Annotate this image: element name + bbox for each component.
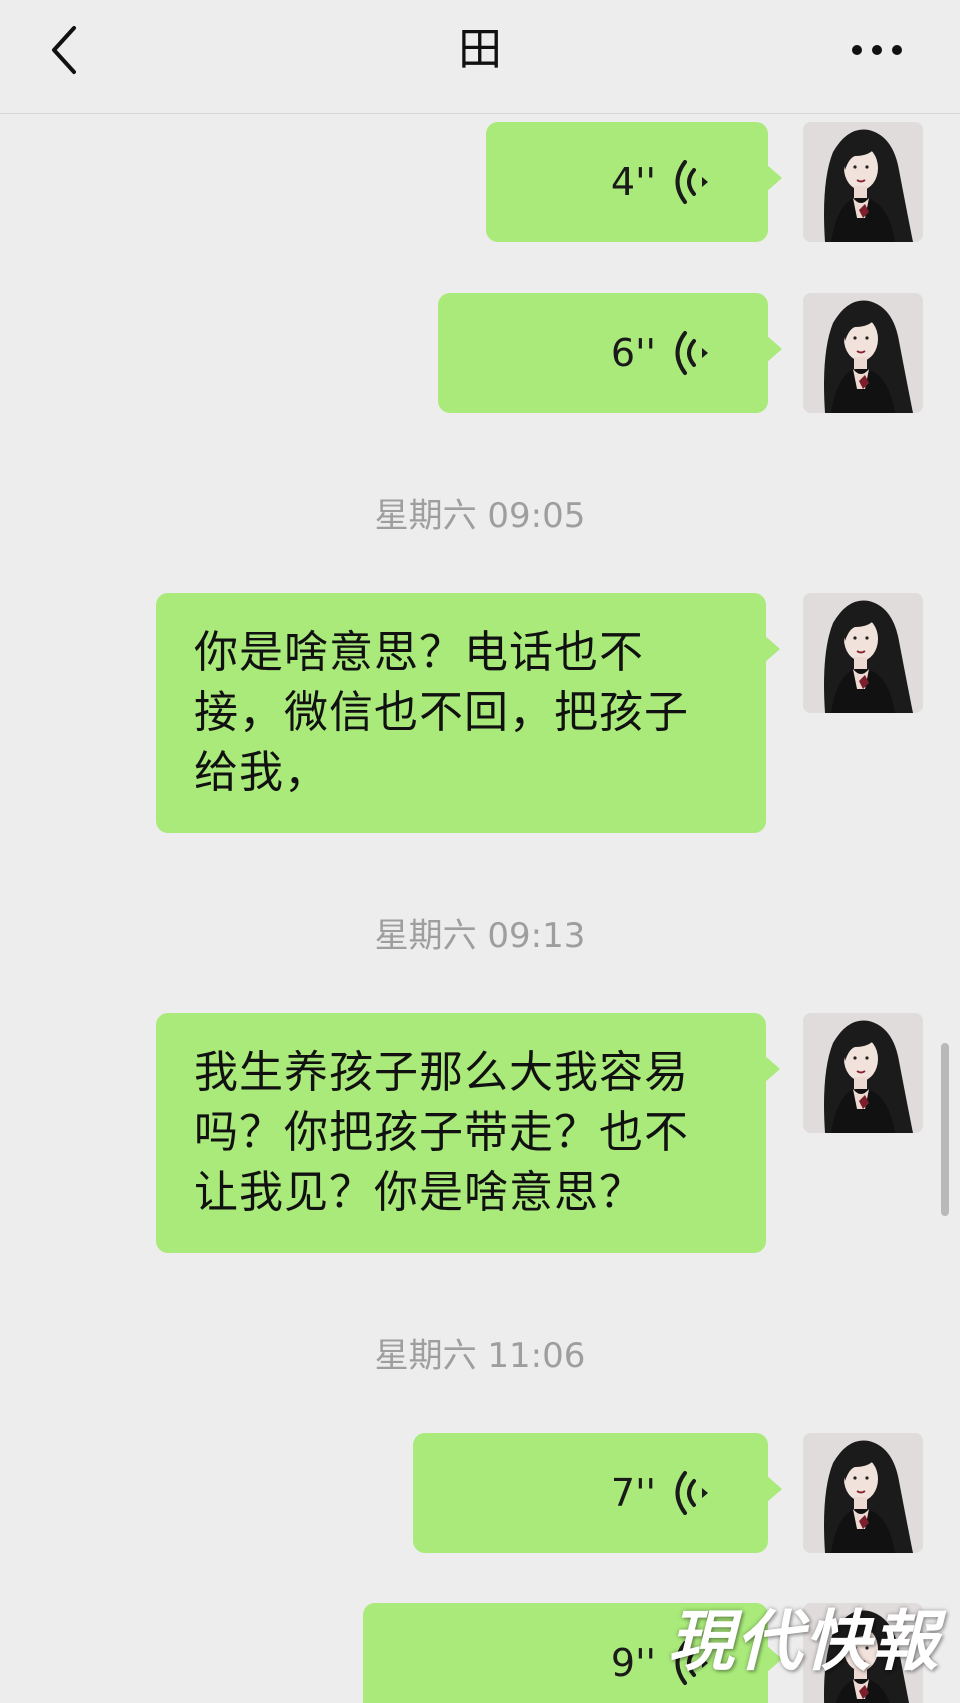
avatar[interactable] <box>803 293 923 413</box>
message-timestamp: 星期六 11:06 <box>374 1336 586 1376</box>
bubble-tail <box>766 164 782 192</box>
avatar-image <box>803 122 923 242</box>
chevron-left-icon <box>52 26 76 74</box>
avatar-image <box>803 1433 923 1553</box>
voice-duration: 7'' <box>610 1471 656 1515</box>
avatar-image <box>803 293 923 413</box>
more-button[interactable] <box>842 24 912 76</box>
voice-message-bubble[interactable]: 7'' <box>413 1433 782 1553</box>
chat-screen: 田 4'' 6'' 星期六 09:05 你是啥意思？电话也不接，微信也不回，把孩… <box>0 0 960 1703</box>
nav-bar: 田 <box>0 0 960 114</box>
text-message-bubble[interactable]: 你是啥意思？电话也不接，微信也不回，把孩子给我， <box>156 593 780 833</box>
avatar[interactable] <box>803 122 923 242</box>
bubble-tail <box>766 1645 782 1673</box>
avatar-image <box>803 1603 923 1703</box>
message-timestamp: 星期六 09:13 <box>374 916 586 956</box>
message-text: 你是啥意思？电话也不接，微信也不回，把孩子给我， <box>194 627 689 798</box>
avatar-image <box>803 1013 923 1133</box>
voice-message-bubble[interactable]: 4'' <box>486 122 782 242</box>
voice-wave-icon <box>675 1471 708 1515</box>
voice-wave-icon <box>675 1641 708 1685</box>
avatar[interactable] <box>803 1013 923 1133</box>
avatar-image <box>803 593 923 713</box>
more-dots-icon <box>852 45 902 55</box>
text-message-bubble[interactable]: 我生养孩子那么大我容易吗？你把孩子带走？也不让我见？你是啥意思？ <box>156 1013 780 1253</box>
bubble-tail <box>764 1055 780 1083</box>
voice-message-bubble[interactable]: 9'' <box>363 1603 782 1703</box>
voice-wave-icon <box>675 331 708 375</box>
voice-duration: 9'' <box>610 1641 656 1685</box>
scrollbar[interactable] <box>941 1043 949 1216</box>
avatar[interactable] <box>803 1433 923 1553</box>
back-button[interactable] <box>36 22 92 78</box>
message-text: 我生养孩子那么大我容易吗？你把孩子带走？也不让我见？你是啥意思？ <box>194 1047 689 1218</box>
voice-wave-icon <box>675 160 708 204</box>
voice-duration: 6'' <box>610 331 656 375</box>
chat-title: 田 <box>458 24 502 75</box>
bubble-tail <box>766 1475 782 1503</box>
message-timestamp: 星期六 09:05 <box>374 496 586 536</box>
avatar[interactable] <box>803 593 923 713</box>
bubble-tail <box>764 635 780 663</box>
voice-message-bubble[interactable]: 6'' <box>438 293 782 413</box>
bubble-tail <box>766 335 782 363</box>
voice-duration: 4'' <box>610 160 656 204</box>
avatar[interactable] <box>803 1603 923 1703</box>
